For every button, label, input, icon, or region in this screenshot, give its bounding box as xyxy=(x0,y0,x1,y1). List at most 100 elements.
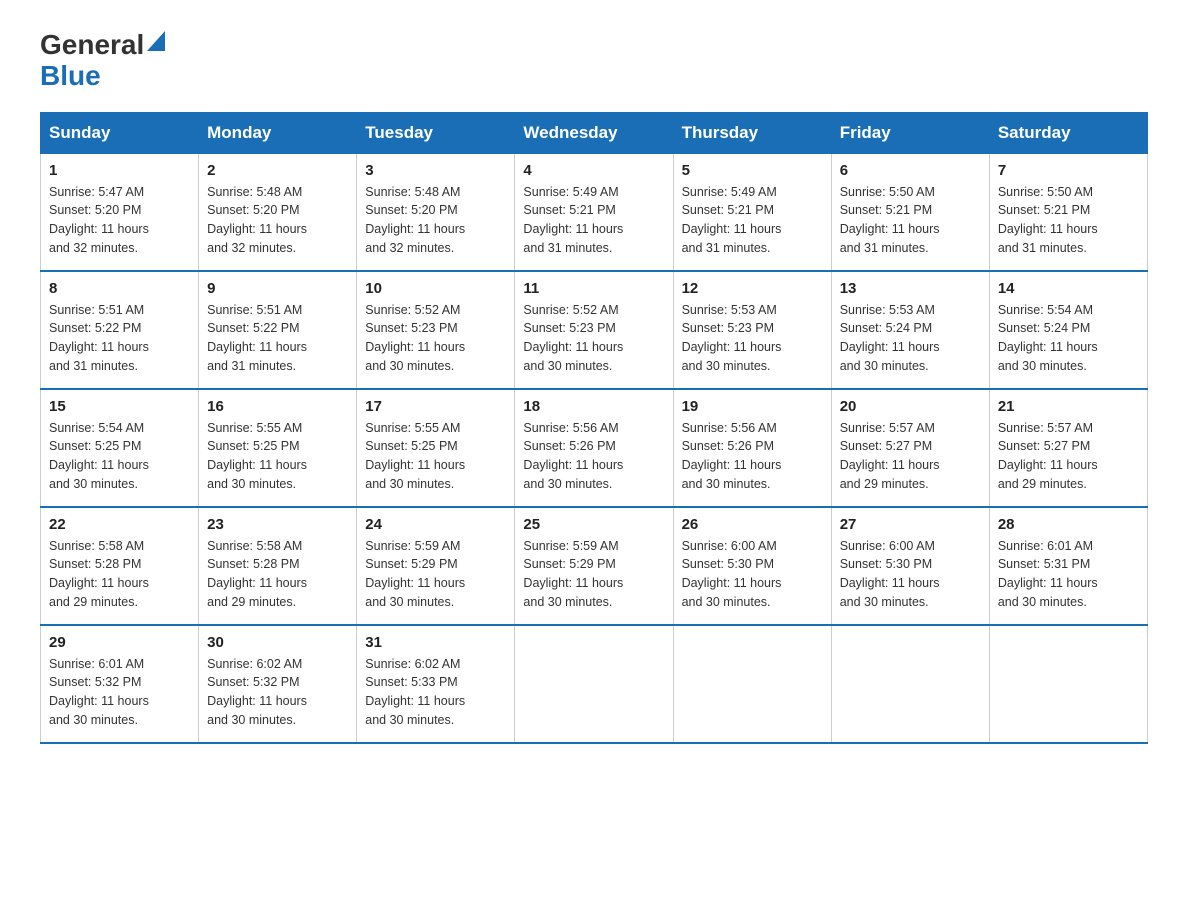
table-cell xyxy=(831,625,989,743)
table-cell: 3 Sunrise: 5:48 AM Sunset: 5:20 PM Dayli… xyxy=(357,153,515,271)
page-header: General Blue xyxy=(40,30,1148,92)
day-info: Sunrise: 5:55 AM Sunset: 5:25 PM Dayligh… xyxy=(207,419,348,494)
day-number: 27 xyxy=(840,516,981,533)
day-info: Sunrise: 6:02 AM Sunset: 5:32 PM Dayligh… xyxy=(207,655,348,730)
week-row-3: 15 Sunrise: 5:54 AM Sunset: 5:25 PM Dayl… xyxy=(41,389,1148,507)
table-cell xyxy=(673,625,831,743)
day-number: 9 xyxy=(207,280,348,297)
logo: General Blue xyxy=(40,30,165,92)
day-info: Sunrise: 5:47 AM Sunset: 5:20 PM Dayligh… xyxy=(49,183,190,258)
day-info: Sunrise: 5:55 AM Sunset: 5:25 PM Dayligh… xyxy=(365,419,506,494)
day-info: Sunrise: 5:50 AM Sunset: 5:21 PM Dayligh… xyxy=(840,183,981,258)
day-info: Sunrise: 6:00 AM Sunset: 5:30 PM Dayligh… xyxy=(840,537,981,612)
table-cell: 27 Sunrise: 6:00 AM Sunset: 5:30 PM Dayl… xyxy=(831,507,989,625)
table-cell: 31 Sunrise: 6:02 AM Sunset: 5:33 PM Dayl… xyxy=(357,625,515,743)
table-cell: 30 Sunrise: 6:02 AM Sunset: 5:32 PM Dayl… xyxy=(199,625,357,743)
table-cell: 10 Sunrise: 5:52 AM Sunset: 5:23 PM Dayl… xyxy=(357,271,515,389)
day-info: Sunrise: 5:52 AM Sunset: 5:23 PM Dayligh… xyxy=(523,301,664,376)
week-row-1: 1 Sunrise: 5:47 AM Sunset: 5:20 PM Dayli… xyxy=(41,153,1148,271)
day-number: 26 xyxy=(682,516,823,533)
day-number: 17 xyxy=(365,398,506,415)
col-tuesday: Tuesday xyxy=(357,112,515,153)
table-cell: 14 Sunrise: 5:54 AM Sunset: 5:24 PM Dayl… xyxy=(989,271,1147,389)
day-info: Sunrise: 5:53 AM Sunset: 5:24 PM Dayligh… xyxy=(840,301,981,376)
table-cell: 5 Sunrise: 5:49 AM Sunset: 5:21 PM Dayli… xyxy=(673,153,831,271)
calendar-table: Sunday Monday Tuesday Wednesday Thursday… xyxy=(40,112,1148,744)
col-sunday: Sunday xyxy=(41,112,199,153)
col-monday: Monday xyxy=(199,112,357,153)
day-number: 23 xyxy=(207,516,348,533)
day-number: 5 xyxy=(682,162,823,179)
table-cell: 7 Sunrise: 5:50 AM Sunset: 5:21 PM Dayli… xyxy=(989,153,1147,271)
table-cell: 1 Sunrise: 5:47 AM Sunset: 5:20 PM Dayli… xyxy=(41,153,199,271)
day-number: 7 xyxy=(998,162,1139,179)
day-number: 28 xyxy=(998,516,1139,533)
day-info: Sunrise: 5:56 AM Sunset: 5:26 PM Dayligh… xyxy=(682,419,823,494)
day-info: Sunrise: 5:58 AM Sunset: 5:28 PM Dayligh… xyxy=(207,537,348,612)
day-info: Sunrise: 5:56 AM Sunset: 5:26 PM Dayligh… xyxy=(523,419,664,494)
table-cell: 6 Sunrise: 5:50 AM Sunset: 5:21 PM Dayli… xyxy=(831,153,989,271)
day-info: Sunrise: 5:49 AM Sunset: 5:21 PM Dayligh… xyxy=(523,183,664,258)
table-cell: 26 Sunrise: 6:00 AM Sunset: 5:30 PM Dayl… xyxy=(673,507,831,625)
day-number: 16 xyxy=(207,398,348,415)
table-cell: 29 Sunrise: 6:01 AM Sunset: 5:32 PM Dayl… xyxy=(41,625,199,743)
table-cell: 12 Sunrise: 5:53 AM Sunset: 5:23 PM Dayl… xyxy=(673,271,831,389)
day-info: Sunrise: 5:51 AM Sunset: 5:22 PM Dayligh… xyxy=(207,301,348,376)
day-number: 3 xyxy=(365,162,506,179)
day-info: Sunrise: 6:01 AM Sunset: 5:32 PM Dayligh… xyxy=(49,655,190,730)
day-number: 14 xyxy=(998,280,1139,297)
day-number: 30 xyxy=(207,634,348,651)
col-thursday: Thursday xyxy=(673,112,831,153)
day-info: Sunrise: 5:59 AM Sunset: 5:29 PM Dayligh… xyxy=(365,537,506,612)
logo-icon xyxy=(147,31,165,56)
table-cell xyxy=(515,625,673,743)
table-cell: 15 Sunrise: 5:54 AM Sunset: 5:25 PM Dayl… xyxy=(41,389,199,507)
day-number: 19 xyxy=(682,398,823,415)
day-info: Sunrise: 6:02 AM Sunset: 5:33 PM Dayligh… xyxy=(365,655,506,730)
day-info: Sunrise: 5:53 AM Sunset: 5:23 PM Dayligh… xyxy=(682,301,823,376)
col-saturday: Saturday xyxy=(989,112,1147,153)
table-cell: 28 Sunrise: 6:01 AM Sunset: 5:31 PM Dayl… xyxy=(989,507,1147,625)
col-friday: Friday xyxy=(831,112,989,153)
day-info: Sunrise: 5:51 AM Sunset: 5:22 PM Dayligh… xyxy=(49,301,190,376)
day-number: 4 xyxy=(523,162,664,179)
table-cell: 16 Sunrise: 5:55 AM Sunset: 5:25 PM Dayl… xyxy=(199,389,357,507)
day-info: Sunrise: 5:54 AM Sunset: 5:25 PM Dayligh… xyxy=(49,419,190,494)
logo-blue-text: Blue xyxy=(40,61,165,92)
day-number: 1 xyxy=(49,162,190,179)
table-cell: 8 Sunrise: 5:51 AM Sunset: 5:22 PM Dayli… xyxy=(41,271,199,389)
day-number: 8 xyxy=(49,280,190,297)
week-row-2: 8 Sunrise: 5:51 AM Sunset: 5:22 PM Dayli… xyxy=(41,271,1148,389)
day-info: Sunrise: 6:01 AM Sunset: 5:31 PM Dayligh… xyxy=(998,537,1139,612)
table-cell: 11 Sunrise: 5:52 AM Sunset: 5:23 PM Dayl… xyxy=(515,271,673,389)
day-number: 15 xyxy=(49,398,190,415)
day-number: 13 xyxy=(840,280,981,297)
day-info: Sunrise: 5:48 AM Sunset: 5:20 PM Dayligh… xyxy=(207,183,348,258)
table-cell: 18 Sunrise: 5:56 AM Sunset: 5:26 PM Dayl… xyxy=(515,389,673,507)
day-number: 29 xyxy=(49,634,190,651)
table-cell: 19 Sunrise: 5:56 AM Sunset: 5:26 PM Dayl… xyxy=(673,389,831,507)
day-number: 20 xyxy=(840,398,981,415)
day-info: Sunrise: 5:54 AM Sunset: 5:24 PM Dayligh… xyxy=(998,301,1139,376)
col-wednesday: Wednesday xyxy=(515,112,673,153)
day-info: Sunrise: 5:52 AM Sunset: 5:23 PM Dayligh… xyxy=(365,301,506,376)
day-info: Sunrise: 5:48 AM Sunset: 5:20 PM Dayligh… xyxy=(365,183,506,258)
day-number: 10 xyxy=(365,280,506,297)
week-row-4: 22 Sunrise: 5:58 AM Sunset: 5:28 PM Dayl… xyxy=(41,507,1148,625)
table-cell: 20 Sunrise: 5:57 AM Sunset: 5:27 PM Dayl… xyxy=(831,389,989,507)
table-cell: 25 Sunrise: 5:59 AM Sunset: 5:29 PM Dayl… xyxy=(515,507,673,625)
table-cell: 23 Sunrise: 5:58 AM Sunset: 5:28 PM Dayl… xyxy=(199,507,357,625)
day-number: 11 xyxy=(523,280,664,297)
day-number: 24 xyxy=(365,516,506,533)
day-info: Sunrise: 5:57 AM Sunset: 5:27 PM Dayligh… xyxy=(998,419,1139,494)
logo-general-text: General xyxy=(40,30,144,61)
table-cell: 17 Sunrise: 5:55 AM Sunset: 5:25 PM Dayl… xyxy=(357,389,515,507)
day-info: Sunrise: 5:57 AM Sunset: 5:27 PM Dayligh… xyxy=(840,419,981,494)
day-info: Sunrise: 6:00 AM Sunset: 5:30 PM Dayligh… xyxy=(682,537,823,612)
table-cell xyxy=(989,625,1147,743)
header-row: Sunday Monday Tuesday Wednesday Thursday… xyxy=(41,112,1148,153)
day-info: Sunrise: 5:49 AM Sunset: 5:21 PM Dayligh… xyxy=(682,183,823,258)
table-cell: 2 Sunrise: 5:48 AM Sunset: 5:20 PM Dayli… xyxy=(199,153,357,271)
table-cell: 13 Sunrise: 5:53 AM Sunset: 5:24 PM Dayl… xyxy=(831,271,989,389)
day-info: Sunrise: 5:50 AM Sunset: 5:21 PM Dayligh… xyxy=(998,183,1139,258)
